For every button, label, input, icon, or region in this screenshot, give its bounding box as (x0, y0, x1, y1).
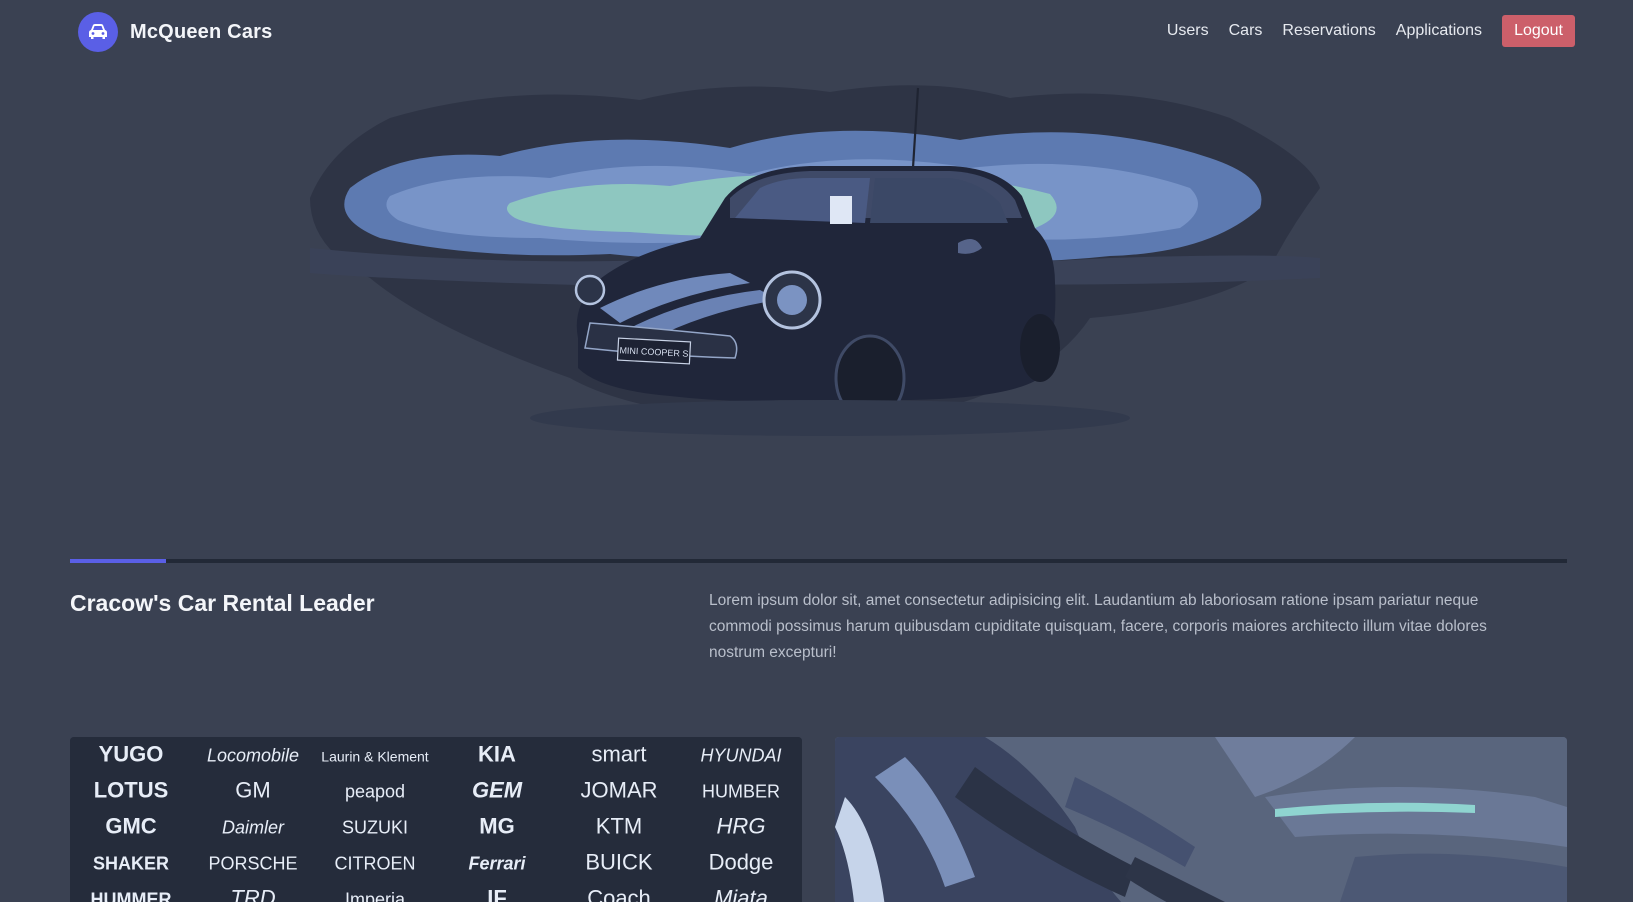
brand-logo-text: BUICK (585, 849, 653, 874)
brand-logo-text: HRG (717, 813, 766, 838)
brand-name: McQueen Cars (130, 20, 273, 43)
brand-logo-text: TRD (230, 885, 275, 902)
brand-logo-text: Imperia (345, 889, 406, 902)
brand-logo-text: JOMAR (581, 777, 658, 802)
brand-logo-text: smart (592, 741, 647, 766)
nav-link-reservations[interactable]: Reservations (1282, 22, 1375, 40)
brand-logo-text: YUGO (99, 741, 164, 766)
brand-logo-text: KIA (478, 741, 516, 766)
brand-logo-text: Laurin & Klement (321, 748, 429, 764)
nav-link-applications[interactable]: Applications (1396, 22, 1482, 40)
brand-logo-text: Dodge (709, 849, 774, 874)
brand-logo-text: GEM (472, 777, 523, 802)
logout-button[interactable]: Logout (1502, 15, 1575, 47)
brand-logo-text: peapod (345, 781, 405, 801)
brand-logo-text: GMC (105, 813, 156, 838)
brand-logo-text: Locomobile (207, 745, 299, 765)
nav-link-cars[interactable]: Cars (1229, 22, 1263, 40)
logos-card-image: YUGO Locomobile Laurin & Klement KIA smart HY… (70, 737, 802, 902)
brand-logo-text: MG (479, 813, 514, 838)
brand-logo-text: PORSCHE (208, 853, 297, 873)
brand-logo-text: HUMBER (702, 781, 780, 801)
car-icon (78, 12, 118, 52)
brand-logo-text: Daimler (222, 817, 285, 837)
driving-card-image (835, 737, 1567, 902)
intro-headline: Cracow's Car Rental Leader (70, 590, 375, 616)
hero-image: MINI COOPER S (310, 78, 1326, 450)
divider-accent (70, 559, 166, 563)
intro-text: Lorem ipsum dolor sit, amet consectetur … (709, 592, 1487, 661)
page: McQueen Cars Users Cars Reservations App… (0, 0, 1633, 902)
brand-logo-text: Coach (587, 885, 651, 902)
brand-logo-text: IF (487, 885, 507, 902)
brand-logo-text: CITROEN (335, 853, 416, 873)
brand-logo-text: Miata (714, 885, 768, 902)
nav-link-users[interactable]: Users (1167, 22, 1209, 40)
brand-logo-text: HYUNDAI (700, 745, 781, 765)
brand-home-link[interactable]: McQueen Cars (78, 11, 272, 53)
nav-links: Users Cars Reservations Applications Log… (1147, 15, 1633, 47)
brand-logo-text: HUMMER (91, 889, 172, 902)
brand-logo-text: KTM (596, 813, 642, 838)
navbar: McQueen Cars Users Cars Reservations App… (0, 0, 1633, 64)
section-divider (70, 559, 1567, 563)
brand-logo-text: GM (235, 777, 270, 802)
brand-logo-text: SUZUKI (342, 817, 408, 837)
brand-logo-text: Ferrari (468, 853, 526, 873)
brand-logo-text: SHAKER (93, 853, 169, 873)
brand-logo-text: LOTUS (94, 777, 169, 802)
